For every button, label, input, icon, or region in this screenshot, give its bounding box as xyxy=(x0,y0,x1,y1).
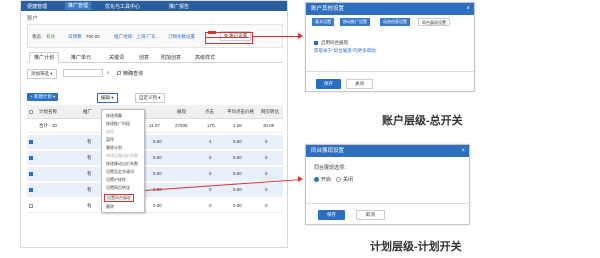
arrow-right-icon xyxy=(298,176,303,182)
row-checkbox[interactable] xyxy=(29,172,33,176)
help-link[interactable]: 获取关于"同台展现"的更多帮助 xyxy=(314,48,376,54)
tab-keyword[interactable]: 关键词 xyxy=(109,54,124,61)
screenshot-stage: 便捷管理 推广管理 优化与工具中心 推广报告 账户 状态： 有效 日预算 700… xyxy=(0,0,600,258)
chevron-down-icon: ▾ xyxy=(111,95,114,100)
header-avg-cpc[interactable]: 平均点击价格 xyxy=(227,109,254,115)
divider xyxy=(306,71,474,72)
menu-item[interactable]: 修改推广时段 xyxy=(106,121,130,127)
menu-item[interactable]: 设置IP排除 xyxy=(106,177,126,183)
table-header: 计划名称 推广 展现 点击 平均点击价格 网页转化 xyxy=(27,105,283,119)
tab-dynamic[interactable]: 动态创意设置 xyxy=(380,18,410,26)
close-icon[interactable]: × xyxy=(461,145,465,157)
radio-on[interactable] xyxy=(314,177,319,182)
menu-item[interactable]: 暂停 xyxy=(106,137,114,143)
setting-highlight-box xyxy=(205,32,253,44)
status-label: 状态： xyxy=(32,34,46,39)
cancel-button[interactable]: 取消 xyxy=(356,210,385,220)
exact-query-label: 精确查询 xyxy=(123,71,144,77)
budget-label[interactable]: 日预算 xyxy=(68,34,82,40)
radio-off[interactable] xyxy=(336,177,341,182)
table-row[interactable]: 有 0.00 0 0.00 0 xyxy=(27,151,283,165)
nav-item-optimize-tools[interactable]: 优化与工具中心 xyxy=(105,3,140,10)
chevron-down-icon: ▾ xyxy=(158,95,161,100)
search-icon[interactable]: ⌕ xyxy=(107,70,110,76)
top-nav: 便捷管理 推广管理 优化与工具中心 推广报告 xyxy=(21,1,287,11)
radio-on-label: 开启 xyxy=(321,177,332,183)
arrow-right-icon xyxy=(298,33,303,39)
tab-creative[interactable]: 创意 xyxy=(139,54,149,61)
same-display-option-label: 同台展现选项： xyxy=(314,165,350,171)
radio-off-label: 关闭 xyxy=(343,177,354,183)
add-filter-button[interactable]: 添加筛选 ▾ xyxy=(27,69,57,79)
table-row[interactable]: 有 0.00 4 0.00 0 xyxy=(27,135,283,149)
row-checkbox[interactable] xyxy=(29,188,33,192)
account-settings-dialog: 账户其他设置 × 基本设置 移动推广设置 动态创意设置 同台展现设置 启用同台展… xyxy=(305,2,475,92)
menu-item-same-display[interactable]: 设置同台展现 xyxy=(104,194,134,202)
header-clicks[interactable]: 点击 xyxy=(205,109,214,115)
enable-same-display-checkbox[interactable] xyxy=(314,41,318,45)
close-icon[interactable]: × xyxy=(466,3,470,15)
new-plan-button[interactable]: + 新建计划 ▾ xyxy=(27,93,59,101)
summary-row: 合计 - 20 11.07 27935 170 1.28 30.00 xyxy=(27,119,283,133)
filter-row: 添加筛选 ▾ ⌕ 精确查询 xyxy=(27,69,283,79)
negative-keyword-link[interactable]: 订物条数设置 xyxy=(168,34,195,40)
menu-item[interactable]: 修改移动出价系数 xyxy=(106,161,138,167)
main-tab-bar: 推广计划 推广单元 关键词 创意 附加创意 高级样式 xyxy=(27,52,283,63)
status-value: 有效 xyxy=(46,34,55,39)
tab-extra-creative[interactable]: 附加创意 xyxy=(161,54,181,61)
table-row[interactable]: 有 0.00 0 0.00 0 xyxy=(27,167,283,181)
budget-value: 700.00 xyxy=(86,34,100,39)
menu-item[interactable]: 设置否定关键词 xyxy=(106,169,134,175)
caption-account-level: 账户层级-总开关 xyxy=(382,115,463,127)
plan-same-display-dialog: 同台展现设置 × 同台展现选项： 开启 关闭 保存 取消 xyxy=(305,144,470,225)
divider xyxy=(306,203,469,204)
nav-item-report[interactable]: 推广报告 xyxy=(169,3,189,10)
region-link[interactable]: 推广地域：上海 广东… xyxy=(114,34,160,40)
menu-item[interactable]: 设置网页转化 xyxy=(106,185,130,191)
menu-item[interactable]: 删除 xyxy=(106,204,114,210)
grid-toolbar: + 新建计划 ▾ 编辑 ▾ 自定义列 ▾ xyxy=(27,93,283,103)
header-conversion[interactable]: 网页转化 xyxy=(261,109,279,115)
menu-item: 启用 xyxy=(106,129,114,134)
enable-same-display-label: 启用同台展现 xyxy=(321,40,348,45)
connector-line-top xyxy=(252,36,300,37)
tab-mobile[interactable]: 移动推广设置 xyxy=(340,18,370,26)
campaign-manager-window: 便捷管理 推广管理 优化与工具中心 推广报告 账户 状态： 有效 日预算 700… xyxy=(20,0,288,248)
save-button[interactable]: 保存 xyxy=(316,79,341,89)
tab-advanced-style[interactable]: 高级样式 xyxy=(195,54,215,61)
nav-item-promotion-manage[interactable]: 推广管理 xyxy=(65,2,92,10)
menu-item[interactable]: 修改预算 xyxy=(106,113,122,119)
tab-plan[interactable]: 推广计划 xyxy=(29,52,60,63)
plan-table: 计划名称 推广 展现 点击 平均点击价格 网页转化 合计 - 20 11.07 … xyxy=(27,105,283,215)
tab-basic[interactable]: 基本设置 xyxy=(312,18,334,26)
select-all-checkbox[interactable] xyxy=(29,110,33,114)
save-button[interactable]: 保存 xyxy=(318,210,345,220)
header-promo[interactable]: 推广 xyxy=(83,109,92,115)
dialog-title: 账户其他设置 xyxy=(306,3,474,15)
caption-plan-level: 计划层级-计划开关 xyxy=(370,241,462,253)
custom-column-button[interactable]: 自定义列 ▾ xyxy=(135,93,165,103)
row-checkbox[interactable] xyxy=(29,156,33,160)
close-button[interactable]: 关闭 xyxy=(346,79,373,89)
menu-item[interactable]: 删除计划 xyxy=(106,145,122,151)
tab-unit[interactable]: 推广单元 xyxy=(71,54,91,61)
menu-item: 修改设备出价系数 xyxy=(106,153,138,158)
header-plan-name[interactable]: 计划名称 xyxy=(39,109,57,115)
tab-same-display[interactable]: 同台展现设置 xyxy=(418,18,450,26)
chevron-down-icon: ▾ xyxy=(50,71,53,76)
row-checkbox[interactable] xyxy=(29,204,33,208)
account-breadcrumb: 账户 xyxy=(27,16,39,22)
header-impressions[interactable]: 展现 xyxy=(177,109,186,115)
exact-query-checkbox[interactable] xyxy=(117,71,121,75)
nav-item-quick-manage[interactable]: 便捷管理 xyxy=(27,3,47,10)
table-row[interactable]: 有 0.00 0 0.00 0 xyxy=(27,199,283,213)
filter-input[interactable] xyxy=(63,69,103,77)
edit-dropdown-menu: 修改预算 修改推广时段 启用 暂停 删除计划 修改设备出价系数 修改移动出价系数… xyxy=(101,109,145,213)
dialog-title: 同台展现设置 xyxy=(306,145,469,157)
edit-dropdown-button[interactable]: 编辑 ▾ xyxy=(97,93,118,103)
row-checkbox[interactable] xyxy=(29,140,33,144)
